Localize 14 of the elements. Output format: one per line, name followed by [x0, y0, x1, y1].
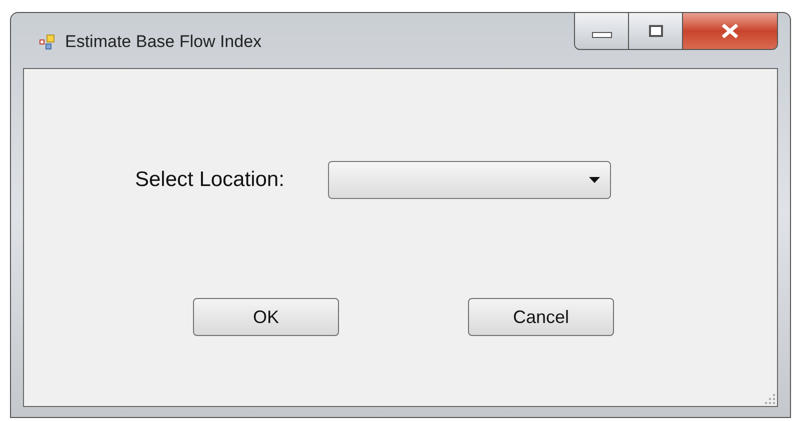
maximize-button[interactable] — [629, 13, 683, 49]
resize-grip-icon — [765, 394, 775, 404]
dropdown-arrow-icon — [589, 177, 600, 183]
minimize-icon — [592, 32, 612, 38]
ok-button[interactable]: OK — [193, 298, 339, 336]
close-button[interactable] — [683, 13, 777, 49]
app-icon — [39, 34, 55, 50]
close-icon — [721, 24, 739, 38]
location-label: Select Location: — [135, 167, 284, 194]
cancel-button[interactable]: Cancel — [468, 298, 614, 336]
window-title: Estimate Base Flow Index — [65, 31, 262, 53]
minimize-button[interactable] — [575, 13, 629, 49]
maximize-icon — [648, 25, 662, 37]
location-dropdown[interactable] — [328, 161, 612, 199]
